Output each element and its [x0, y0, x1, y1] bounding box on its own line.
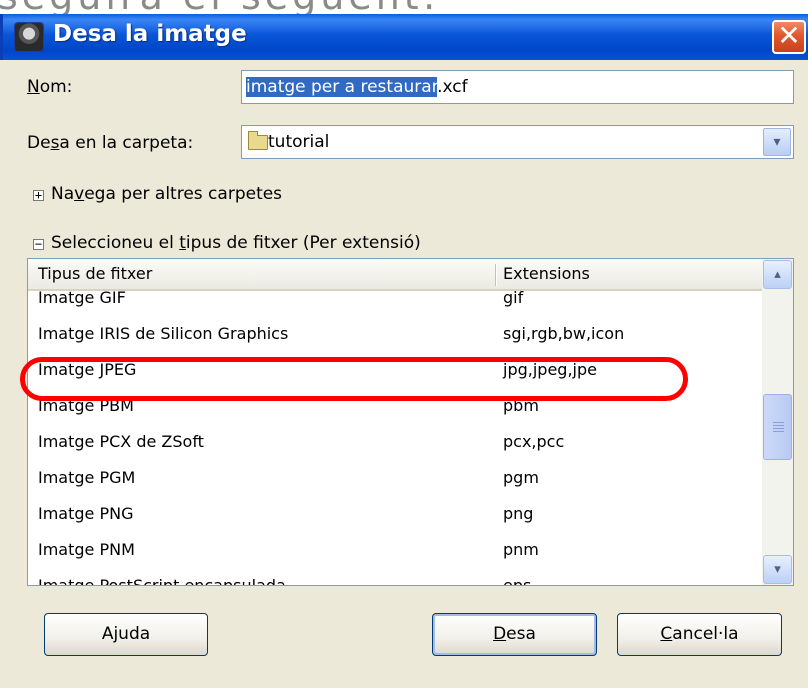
collapse-icon[interactable]: −: [33, 238, 44, 250]
folder-value: tutorial: [268, 132, 330, 152]
file-type-name: Imatge PostScript encapsulada: [38, 576, 286, 586]
gimp-icon: [15, 23, 43, 51]
folder-label: Desa en la carpeta:: [27, 133, 194, 153]
chevron-down-icon[interactable]: ▾: [763, 128, 791, 156]
save-button[interactable]: Desa: [432, 613, 597, 656]
filename-input[interactable]: imatge per a restaurar.xcf: [241, 70, 794, 104]
scroll-up-icon[interactable]: ▴: [763, 260, 792, 289]
list-item[interactable]: Imatge PNM pnm: [28, 536, 763, 572]
dialog-title: Desa la imatge: [53, 21, 247, 47]
folder-icon: [248, 131, 268, 150]
file-type-extensions: png: [503, 504, 534, 523]
list-item[interactable]: Imatge PNG png: [28, 500, 763, 536]
file-type-name: Imatge GIF: [38, 288, 126, 307]
background-caption-text: seguira el següent:: [0, 0, 440, 14]
file-type-extensions: pgm: [503, 468, 539, 487]
file-type-name: Imatge PNG: [38, 504, 134, 523]
file-type-expander[interactable]: Seleccioneu el tipus de fitxer (Per exte…: [51, 233, 421, 253]
list-item[interactable]: Imatge GIF gif: [28, 284, 763, 320]
file-type-list[interactable]: Tipus de fitxer Extensions Imatge GIF gif…: [27, 258, 794, 586]
file-type-extensions: eps: [503, 576, 532, 586]
expand-icon[interactable]: +: [33, 189, 44, 201]
filename-selected-text: imatge per a restaurar: [246, 77, 438, 97]
cancel-button[interactable]: Cancel·la: [617, 613, 782, 656]
file-type-name: Imatge PCX de ZSoft: [38, 432, 204, 451]
titlebar[interactable]: Desa la imatge ✕: [0, 14, 808, 60]
vertical-scrollbar[interactable]: ▴ ▾: [762, 259, 793, 585]
file-type-extensions: pnm: [503, 540, 539, 559]
file-type-name: Imatge PNM: [38, 540, 135, 559]
file-type-extensions: sgi,rgb,bw,icon: [503, 324, 625, 343]
grip-icon: [773, 422, 784, 423]
file-type-extensions: gif: [503, 288, 524, 307]
list-item[interactable]: Imatge PGM pgm: [28, 464, 763, 500]
help-button[interactable]: Ajuda: [44, 613, 208, 656]
save-folder-combo[interactable]: tutorial ▾: [241, 125, 794, 159]
scrollbar-thumb[interactable]: [763, 394, 792, 460]
file-type-extensions: pcx,pcc: [503, 432, 565, 451]
name-label: Nom:: [27, 77, 73, 97]
column-separator[interactable]: [495, 264, 497, 286]
file-type-name: Imatge IRIS de Silicon Graphics: [38, 324, 289, 343]
filename-extension: .xcf: [437, 77, 468, 97]
background-caption: seguira el següent:: [0, 0, 808, 14]
save-image-dialog: Desa la imatge ✕ Nom: imatge per a resta…: [0, 14, 808, 688]
scroll-down-icon[interactable]: ▾: [763, 555, 792, 584]
list-item[interactable]: Imatge PostScript encapsulada eps: [28, 572, 763, 586]
list-item[interactable]: Imatge PCX de ZSoft pcx,pcc: [28, 428, 763, 464]
close-button[interactable]: ✕: [772, 20, 806, 54]
jpeg-highlight-annotation: [20, 357, 688, 401]
list-item[interactable]: Imatge IRIS de Silicon Graphics sgi,rgb,b…: [28, 320, 763, 356]
file-type-name: Imatge PGM: [38, 468, 136, 487]
browse-folders-expander[interactable]: Navega per altres carpetes: [51, 184, 282, 204]
